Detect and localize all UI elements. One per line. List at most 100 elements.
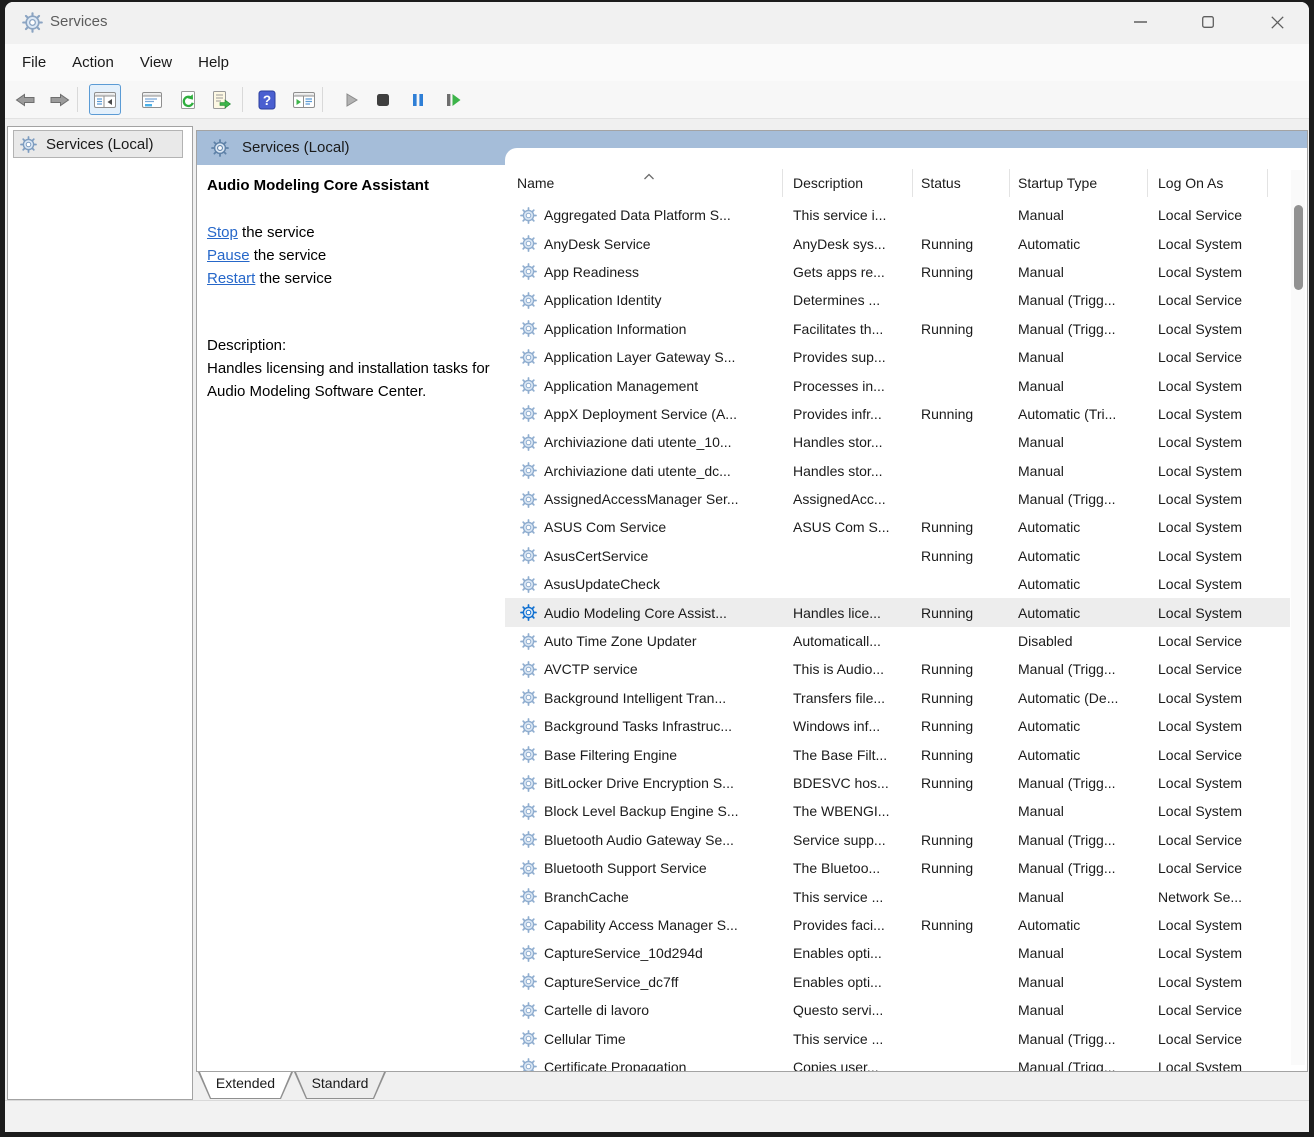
service-row[interactable]: Application ManagementProcesses in...Man… — [505, 371, 1290, 399]
toolbar-export-list-button[interactable] — [205, 84, 237, 115]
service-description: Determines ... — [783, 292, 913, 308]
service-startup-type: Manual — [1010, 434, 1148, 450]
minimize-button[interactable] — [1117, 2, 1163, 42]
service-row[interactable]: Bluetooth Support ServiceThe Bluetoo...R… — [505, 854, 1290, 882]
service-name-cell: Archiviazione dati utente_10... — [505, 434, 783, 451]
service-gear-icon — [520, 973, 537, 990]
service-logon-as: Local Service — [1148, 1002, 1268, 1018]
toolbar-refresh-button[interactable] — [172, 84, 204, 115]
service-description: Gets apps re... — [783, 264, 913, 280]
column-header-description[interactable]: Description — [783, 148, 913, 201]
service-row[interactable]: Cartelle di lavoroQuesto servi...ManualL… — [505, 996, 1290, 1024]
service-logon-as: Local System — [1148, 605, 1268, 621]
pause-service-icon — [408, 90, 428, 110]
column-header-log-on-as[interactable]: Log On As — [1148, 148, 1268, 201]
column-header-status[interactable]: Status — [913, 148, 1010, 201]
view-tabs: ExtendedStandard — [196, 1072, 1308, 1100]
service-status: Running — [913, 690, 1010, 706]
show-console-tree-icon — [93, 90, 117, 110]
service-row[interactable]: Background Intelligent Tran...Transfers … — [505, 684, 1290, 712]
toolbar-show-action-pane-button[interactable] — [288, 84, 320, 115]
service-row[interactable]: BitLocker Drive Encryption S...BDESVC ho… — [505, 769, 1290, 797]
service-row[interactable]: Application InformationFacilitates th...… — [505, 315, 1290, 343]
service-row[interactable]: AsusUpdateCheckAutomaticLocal System — [505, 570, 1290, 598]
service-row[interactable]: Cellular TimeThis service ...Manual (Tri… — [505, 1024, 1290, 1052]
service-gear-icon — [520, 263, 537, 280]
toolbar-start-service-button[interactable] — [335, 84, 367, 115]
tree-item-services-local[interactable]: Services (Local) — [13, 130, 183, 158]
service-row[interactable]: Auto Time Zone UpdaterAutomaticall...Dis… — [505, 627, 1290, 655]
service-row[interactable]: AsusCertServiceRunningAutomaticLocal Sys… — [505, 542, 1290, 570]
toolbar-back-button[interactable] — [9, 84, 41, 115]
service-row[interactable]: Bluetooth Audio Gateway Se...Service sup… — [505, 826, 1290, 854]
service-row[interactable]: Certificate PropagationCopies user...Man… — [505, 1053, 1290, 1071]
tab-standard[interactable]: Standard — [294, 1072, 386, 1099]
service-gear-icon — [520, 888, 537, 905]
service-row[interactable]: AssignedAccessManager Ser...AssignedAcc.… — [505, 485, 1290, 513]
service-row[interactable]: Audio Modeling Core Assist...Handles lic… — [505, 598, 1290, 626]
service-startup-type: Manual — [1010, 974, 1148, 990]
service-row[interactable]: Application IdentityDetermines ...Manual… — [505, 286, 1290, 314]
column-header-label: Status — [921, 175, 961, 191]
service-row[interactable]: Aggregated Data Platform S...This servic… — [505, 201, 1290, 229]
service-status: Running — [913, 775, 1010, 791]
column-header-startup-type[interactable]: Startup Type — [1010, 148, 1148, 201]
service-name: Cartelle di lavoro — [544, 1002, 649, 1018]
service-logon-as: Local System — [1148, 491, 1268, 507]
service-row[interactable]: CaptureService_dc7ffEnables opti...Manua… — [505, 968, 1290, 996]
toolbar-stop-service-button[interactable] — [367, 84, 399, 115]
toolbar-forward-button[interactable] — [43, 84, 75, 115]
link-restart-service[interactable]: Restart — [207, 270, 255, 287]
service-name: Base Filtering Engine — [544, 747, 677, 763]
menu-view[interactable]: View — [127, 49, 185, 76]
link-pause-service[interactable]: Pause — [207, 247, 250, 264]
menu-file[interactable]: File — [9, 49, 59, 76]
service-gear-icon — [520, 916, 537, 933]
service-name-cell: AppX Deployment Service (A... — [505, 405, 783, 422]
vertical-scrollbar[interactable] — [1291, 170, 1305, 1065]
service-row[interactable]: App ReadinessGets apps re...RunningManua… — [505, 258, 1290, 286]
toolbar-properties-button[interactable] — [136, 84, 168, 115]
service-logon-as: Local System — [1148, 974, 1268, 990]
service-name-cell: Base Filtering Engine — [505, 746, 783, 763]
close-button[interactable] — [1254, 2, 1300, 42]
maximize-button[interactable] — [1185, 2, 1231, 42]
service-description: Copies user... — [783, 1059, 913, 1071]
service-description: Handles lice... — [783, 605, 913, 621]
service-status: Running — [913, 917, 1010, 933]
menu-help[interactable]: Help — [185, 49, 242, 76]
toolbar-pause-service-button[interactable] — [402, 84, 434, 115]
service-name: CaptureService_dc7ff — [544, 974, 678, 990]
menu-action[interactable]: Action — [59, 49, 127, 76]
service-gear-icon — [520, 633, 537, 650]
description-text: Handles licensing and installation tasks… — [207, 357, 495, 403]
link-stop-service[interactable]: Stop — [207, 224, 238, 241]
service-name: Archiviazione dati utente_dc... — [544, 463, 731, 479]
service-row[interactable]: AVCTP serviceThis is Audio...RunningManu… — [505, 655, 1290, 683]
service-row[interactable]: ASUS Com ServiceASUS Com S...RunningAuto… — [505, 513, 1290, 541]
service-name-cell: CaptureService_10d294d — [505, 945, 783, 962]
service-name-cell: Background Tasks Infrastruc... — [505, 718, 783, 735]
service-row[interactable]: Base Filtering EngineThe Base Filt...Run… — [505, 740, 1290, 768]
service-row[interactable]: Archiviazione dati utente_10...Handles s… — [505, 428, 1290, 456]
toolbar-restart-service-button[interactable] — [437, 84, 469, 115]
toolbar-show-console-tree-button[interactable] — [89, 84, 121, 115]
scrollbar-thumb[interactable] — [1294, 205, 1303, 290]
service-row[interactable]: AnyDesk ServiceAnyDesk sys...RunningAuto… — [505, 229, 1290, 257]
service-name: Capability Access Manager S... — [544, 917, 738, 933]
service-name-cell: Aggregated Data Platform S... — [505, 207, 783, 224]
service-row[interactable]: AppX Deployment Service (A...Provides in… — [505, 400, 1290, 428]
service-row[interactable]: Background Tasks Infrastruc...Windows in… — [505, 712, 1290, 740]
service-row[interactable]: Capability Access Manager S...Provides f… — [505, 911, 1290, 939]
service-row[interactable]: Block Level Backup Engine S...The WBENGI… — [505, 797, 1290, 825]
service-row[interactable]: BranchCacheThis service ...ManualNetwork… — [505, 882, 1290, 910]
tab-extended[interactable]: Extended — [198, 1072, 293, 1099]
column-header-label: Name — [517, 175, 554, 191]
service-status: Running — [913, 747, 1010, 763]
service-row[interactable]: CaptureService_10d294dEnables opti...Man… — [505, 939, 1290, 967]
toolbar-help-button[interactable]: ? — [251, 84, 283, 115]
service-name: Background Tasks Infrastruc... — [544, 718, 732, 734]
service-row[interactable]: Application Layer Gateway S...Provides s… — [505, 343, 1290, 371]
column-header-name[interactable]: Name — [505, 148, 783, 201]
service-row[interactable]: Archiviazione dati utente_dc...Handles s… — [505, 457, 1290, 485]
